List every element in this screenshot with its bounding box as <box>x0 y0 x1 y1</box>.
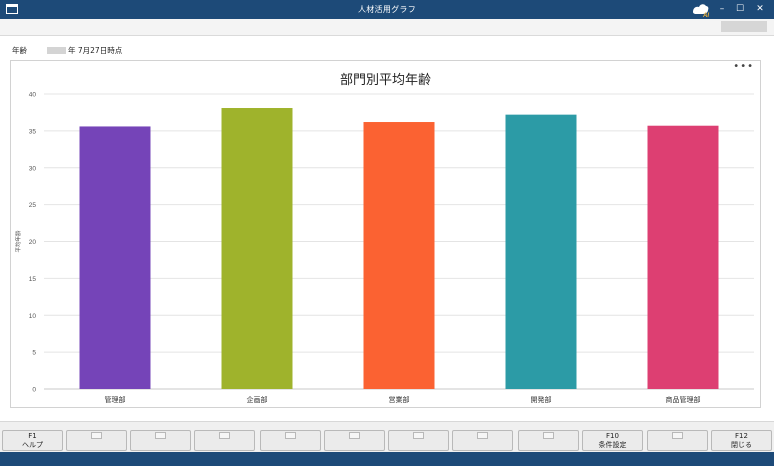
empty-key-indicator <box>91 432 102 439</box>
empty-key-indicator <box>219 432 230 439</box>
bar-chart: 0 5 10 15 20 25 30 35 40 平均年齢管理部 企画部 営業部 開発部 商品管理部 <box>14 92 754 404</box>
function-key-4[interactable] <box>194 430 255 451</box>
minimize-button[interactable]: – <box>714 2 730 16</box>
function-key-1[interactable]: F1 ヘルプ <box>2 430 63 451</box>
empty-key-indicator <box>477 432 488 439</box>
empty-key-indicator <box>349 432 360 439</box>
logo-text: AI <box>702 13 709 18</box>
as-of-date-text: 年 7月27日時点 <box>68 46 123 55</box>
toolbar <box>0 19 774 36</box>
function-key-bar: F1 ヘルプ F10 条件設定 F12 閉じる <box>0 421 774 452</box>
y-tick-label: 20 <box>29 239 37 246</box>
function-key-label: 閉じる <box>731 441 752 449</box>
function-key-label: 条件設定 <box>598 441 627 449</box>
function-key-number: F12 <box>735 432 748 440</box>
window-title: 人材活用グラフ <box>357 5 417 14</box>
y-tick-label: 10 <box>29 313 37 320</box>
x-tick-label: 開発部 <box>531 395 552 404</box>
y-tick-label: 25 <box>29 202 37 209</box>
redacted-year <box>47 47 66 54</box>
x-tick-label: 営業部 <box>389 395 410 404</box>
function-key-number: F10 <box>606 432 619 440</box>
x-tick-label: 企画部 <box>247 395 268 404</box>
empty-key-indicator <box>413 432 424 439</box>
function-key-5[interactable] <box>260 430 321 451</box>
empty-key-indicator <box>285 432 296 439</box>
function-key-10[interactable]: F10 条件設定 <box>582 430 643 451</box>
title-bar: 人材活用グラフ AI – ☐ ✕ <box>0 0 774 19</box>
maximize-button[interactable]: ☐ <box>732 2 748 16</box>
function-key-6[interactable] <box>324 430 385 451</box>
y-tick-label: 15 <box>29 276 37 283</box>
status-bar <box>0 452 774 466</box>
y-axis-label: 平均年齢 <box>14 230 22 253</box>
x-tick-label: 商品管理部 <box>666 395 701 404</box>
bar-4 <box>505 114 577 390</box>
bar-5 <box>647 125 719 390</box>
bar-2 <box>221 108 293 389</box>
function-key-12[interactable]: F12 閉じる <box>711 430 772 451</box>
bar-1 <box>79 126 151 389</box>
y-tick-label: 5 <box>32 350 36 357</box>
ai-logo-icon: AI <box>693 4 709 18</box>
function-key-11[interactable] <box>647 430 708 451</box>
function-key-2[interactable] <box>66 430 127 451</box>
y-tick-label: 40 <box>29 92 37 99</box>
empty-key-indicator <box>543 432 554 439</box>
y-tick-label: 0 <box>32 387 36 394</box>
function-key-7[interactable] <box>388 430 449 451</box>
function-key-3[interactable] <box>130 430 191 451</box>
empty-key-indicator <box>672 432 683 439</box>
age-label: 年齢 <box>12 46 27 55</box>
y-tick-label: 30 <box>29 165 37 172</box>
empty-key-indicator <box>155 432 166 439</box>
y-tick-label: 35 <box>29 128 37 135</box>
close-button[interactable]: ✕ <box>752 2 768 16</box>
function-key-9[interactable] <box>518 430 579 451</box>
bar-3 <box>363 122 435 390</box>
x-tick-label: 管理部 <box>105 395 126 404</box>
function-key-number: F1 <box>28 432 37 440</box>
as-of-date: 年 7月27日時点 <box>47 45 122 56</box>
function-key-label: ヘルプ <box>22 441 43 449</box>
toolbar-field[interactable] <box>721 21 767 32</box>
function-key-8[interactable] <box>452 430 513 451</box>
chart-panel: ••• 部門別平均年齢 0 5 10 15 20 25 30 35 40 平均年齢 管理部 企画部 営業… <box>10 60 761 408</box>
